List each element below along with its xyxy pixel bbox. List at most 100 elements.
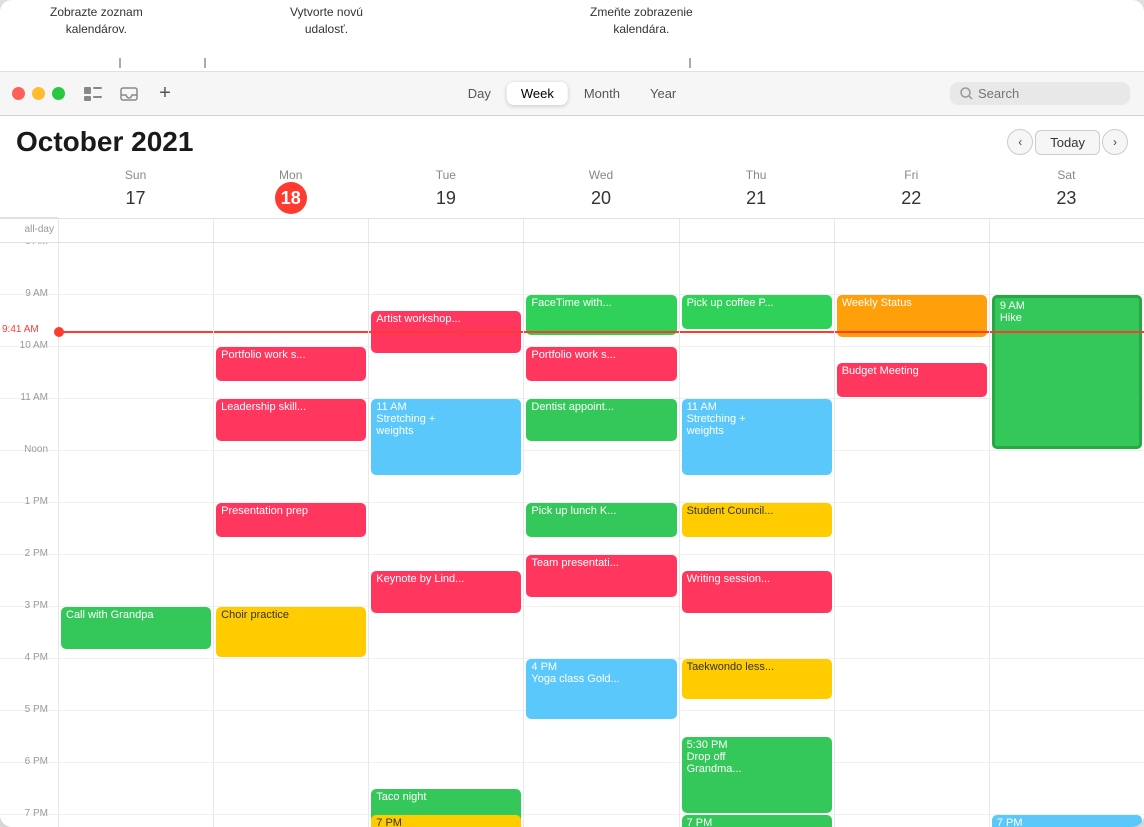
next-week-button[interactable]: ›: [1102, 129, 1128, 155]
allday-label: all-day: [0, 219, 58, 242]
day-slot: [59, 763, 213, 815]
calendar-event[interactable]: Keynote by Lind...: [371, 571, 521, 613]
calendar-event[interactable]: Dentist appoint...: [526, 399, 676, 441]
day-slot: [990, 503, 1144, 555]
time-label: 7 PM: [25, 808, 54, 819]
time-label: 8 AM: [25, 243, 54, 247]
tab-year[interactable]: Year: [636, 82, 690, 105]
calendar-event[interactable]: Choir practice: [216, 607, 366, 657]
day-slot: [59, 555, 213, 607]
day-slot: [835, 399, 989, 451]
month-year-title: October 2021: [16, 126, 193, 158]
prev-week-button[interactable]: ‹: [1007, 129, 1033, 155]
day-col-thu: Pick up coffee P... 11 AMStretching +weig…: [679, 243, 834, 827]
day-slot: [524, 763, 678, 815]
calendar-event[interactable]: 5:30 PMDrop offGrandma...: [682, 737, 832, 813]
day-slot: [524, 243, 678, 295]
day-slot: [680, 607, 834, 659]
calendar-event[interactable]: 7 PM: [371, 815, 521, 827]
calendar-event[interactable]: Budget Meeting: [837, 363, 987, 397]
calendar-event[interactable]: Pick up lunch K...: [526, 503, 676, 537]
day-slot: [835, 659, 989, 711]
annotation-bar: Zobrazte zoznamkalendárov. Vytvorte novú…: [0, 0, 1144, 72]
maximize-button[interactable]: [52, 87, 65, 100]
time-label: 1 PM: [25, 496, 54, 507]
calendar-event[interactable]: Presentation prep: [216, 503, 366, 537]
time-label: 3 PM: [25, 600, 54, 611]
annotation-1: Zobrazte zoznamkalendárov.: [50, 4, 143, 38]
calendar-event[interactable]: Team presentati...: [526, 555, 676, 597]
allday-thu: [679, 219, 834, 242]
day-header-6: Sat 23: [989, 164, 1144, 218]
toolbar-icons: +: [79, 80, 179, 108]
day-slot: [214, 295, 368, 347]
calendar-event[interactable]: 7 PM: [992, 815, 1142, 827]
allday-sun: [58, 219, 213, 242]
day-slot: [835, 815, 989, 827]
day-col-fri: Weekly StatusBudget Meeting: [834, 243, 989, 827]
day-slot: [59, 347, 213, 399]
calendar-event[interactable]: Portfolio work s...: [526, 347, 676, 381]
calendar-event[interactable]: Writing session...: [682, 571, 832, 613]
day-headers: Sun 17 Mon 18 Tue 19 Wed 20 Thu 21 Fri 2…: [0, 164, 1144, 219]
day-col-mon: Portfolio work s... Leadership skill... Pr…: [213, 243, 368, 827]
allday-sat: [989, 219, 1144, 242]
current-time-line: [990, 331, 1144, 333]
allday-fri: [834, 219, 989, 242]
day-slot: [524, 607, 678, 659]
close-button[interactable]: [12, 87, 25, 100]
search-box[interactable]: [950, 82, 1130, 105]
calendar-event[interactable]: Pick up coffee P...: [682, 295, 832, 329]
search-input[interactable]: [978, 86, 1118, 101]
calendar-event[interactable]: 4 PMYoga class Gold...: [526, 659, 676, 719]
day-slot: [835, 243, 989, 295]
tab-week[interactable]: Week: [507, 82, 568, 105]
traffic-lights: [12, 87, 65, 100]
day-slot: [214, 815, 368, 827]
tab-day[interactable]: Day: [454, 82, 505, 105]
add-event-icon[interactable]: +: [151, 80, 179, 108]
calendar-event[interactable]: Student Council...: [682, 503, 832, 537]
calendar-event[interactable]: Leadership skill...: [216, 399, 366, 441]
day-header-1: Mon 18: [213, 164, 368, 218]
calendar-list-icon[interactable]: [79, 80, 107, 108]
day-slot: [59, 399, 213, 451]
day-slot: [214, 243, 368, 295]
calendar-event[interactable]: FaceTime with...: [526, 295, 676, 335]
calendar-grid-wrap: 8 AM9 AM10 AM11 AMNoon1 PM2 PM3 PM4 PM5 …: [0, 243, 1144, 827]
day-slot: [369, 347, 523, 399]
calendar-event[interactable]: 9 AMHike: [992, 295, 1142, 449]
current-time-line: [59, 331, 213, 333]
nav-today: ‹ Today ›: [1007, 129, 1128, 155]
calendar-event[interactable]: Taekwondo less...: [682, 659, 832, 699]
day-slot: [59, 451, 213, 503]
calendar-event[interactable]: Call with Grandpa: [61, 607, 211, 649]
inbox-icon[interactable]: [115, 80, 143, 108]
time-label: 6 PM: [25, 756, 54, 767]
minimize-button[interactable]: [32, 87, 45, 100]
current-time-line: [369, 331, 523, 333]
day-slot: [835, 503, 989, 555]
day-slot: [835, 607, 989, 659]
time-label: 11 AM: [20, 392, 54, 403]
day-slot: [369, 659, 523, 711]
calendar-event[interactable]: 11 AMStretching +weights: [371, 399, 521, 475]
day-header-2: Tue 19: [368, 164, 523, 218]
allday-mon: [213, 219, 368, 242]
time-label: 9 AM: [25, 288, 54, 299]
calendar-event[interactable]: 11 AMStretching +weights: [682, 399, 832, 475]
search-icon: [960, 87, 973, 100]
time-label: 4 PM: [25, 652, 54, 663]
day-slot: [990, 763, 1144, 815]
day-slot: [59, 295, 213, 347]
day-slot: [990, 607, 1144, 659]
day-slot: [59, 659, 213, 711]
day-slot: [214, 555, 368, 607]
day-slot: [835, 451, 989, 503]
day-slot: [369, 607, 523, 659]
tab-month[interactable]: Month: [570, 82, 634, 105]
today-button[interactable]: Today: [1035, 130, 1100, 155]
calendar-event[interactable]: 7 PM: [682, 815, 832, 827]
calendar-event[interactable]: Portfolio work s...: [216, 347, 366, 381]
titlebar: + Day Week Month Year: [0, 72, 1144, 116]
